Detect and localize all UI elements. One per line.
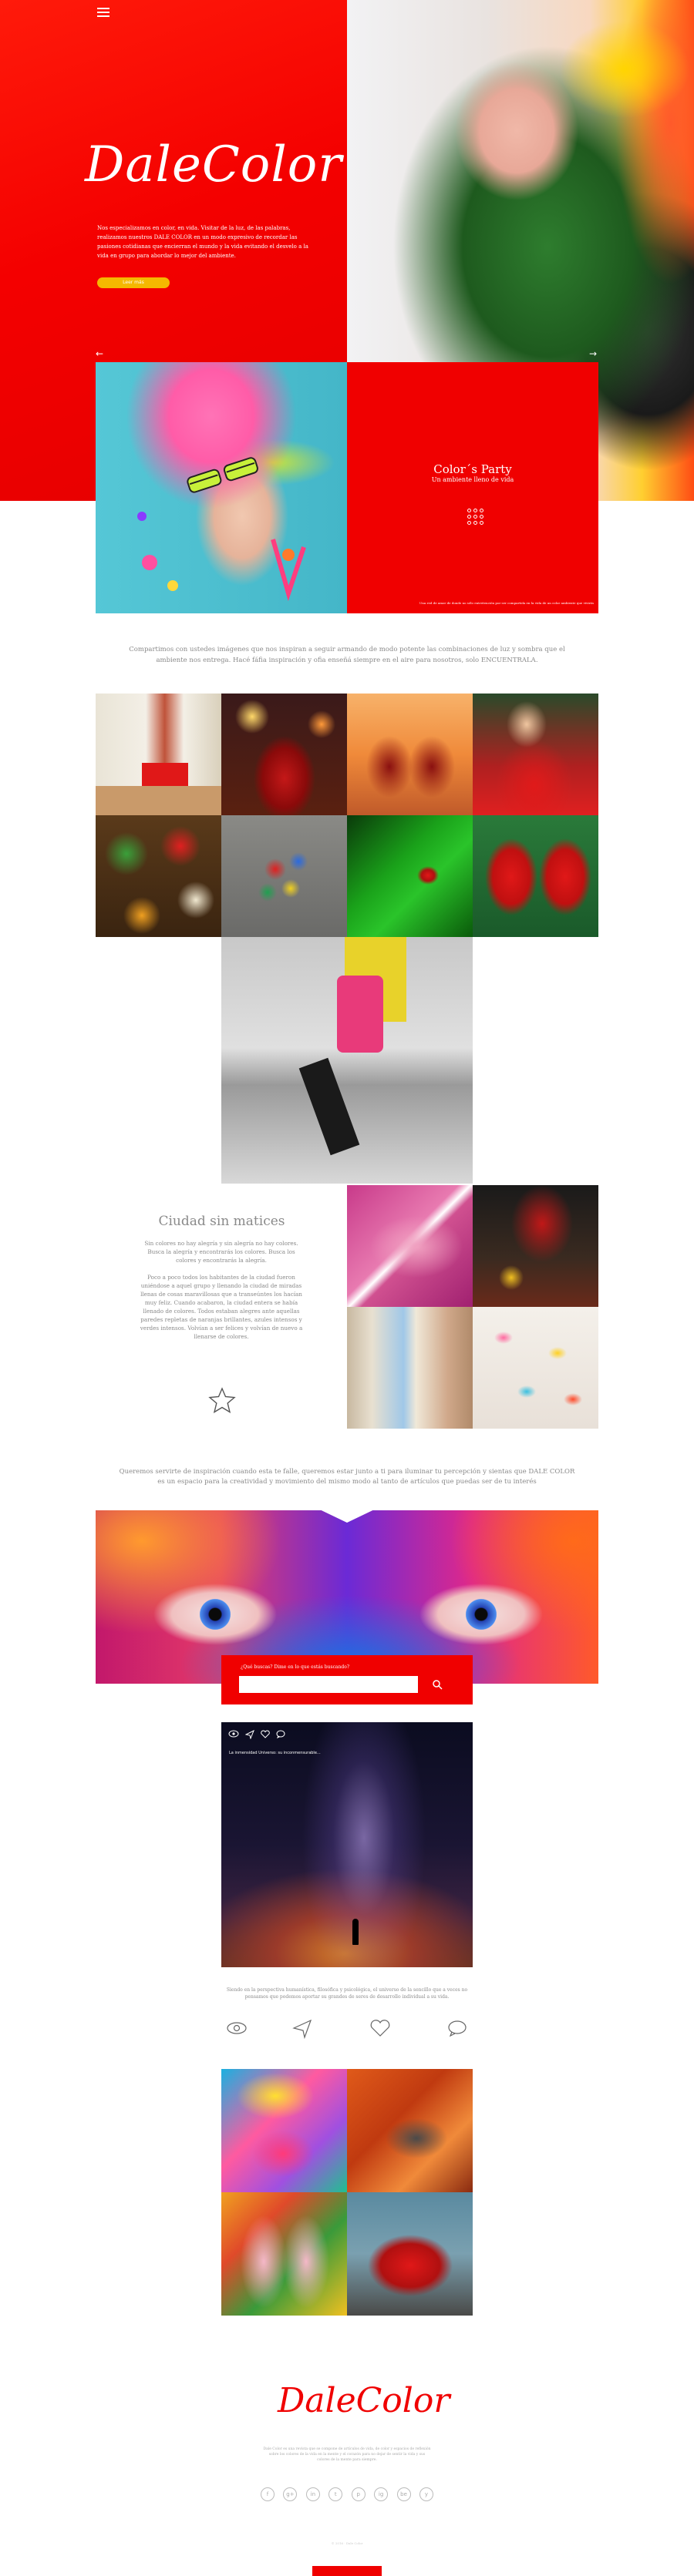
party-subtitle: Un ambiente lleno de vida	[431, 476, 514, 483]
behance-icon[interactable]: be	[396, 2487, 411, 2501]
silhouette-figure	[352, 1919, 359, 1945]
hero-logo: DaleColor	[85, 136, 342, 193]
dots-pattern-icon	[467, 509, 484, 526]
google-plus-icon[interactable]: g+	[283, 2487, 298, 2501]
gallery-gift	[347, 1185, 473, 1307]
ciudad-paragraph-2: Poco a poco todos los habitantes de la c…	[140, 1274, 303, 1340]
gallery-red-faces	[473, 815, 598, 937]
gallery-graffiti	[221, 2069, 347, 2192]
ciudad-text: Sin colores no hay alegría y sin alegría…	[137, 1239, 305, 1341]
comment-icon[interactable]	[448, 2020, 467, 2037]
hero-text: Nos especializamos en color, en vida. Vi…	[97, 225, 308, 259]
search-button[interactable]	[420, 1676, 456, 1693]
menu-icon[interactable]	[97, 8, 109, 17]
footer-logo: DaleColor	[278, 2381, 450, 2420]
ciudad-title: Ciudad sin matices	[158, 1214, 285, 1229]
pinterest-icon[interactable]: p	[351, 2487, 366, 2501]
party-photo	[96, 362, 347, 613]
prev-arrow-icon[interactable]: ←	[96, 348, 103, 359]
send-icon[interactable]	[245, 1730, 254, 1739]
galaxy-icon-bar	[228, 1730, 285, 1741]
gallery-street	[347, 1307, 473, 1429]
gallery-red-beetle	[347, 2192, 473, 2316]
send-icon[interactable]	[292, 2019, 312, 2039]
star-icon[interactable]	[208, 1387, 236, 1413]
gallery-ladybug	[347, 815, 473, 937]
search-question: ¿Qué buscas? Dime en lo que estás buscan…	[241, 1664, 350, 1670]
search-icon	[433, 1680, 443, 1690]
gallery-painter	[473, 1185, 598, 1307]
heart-icon[interactable]	[370, 2020, 390, 2037]
inspiration-quote: Queremos servirte de inspiración cuando …	[119, 1468, 575, 1486]
galaxy-caption: La inmensidad Universo: su inconmensurab…	[229, 1751, 321, 1755]
eye-icon[interactable]	[227, 2022, 247, 2034]
search-input[interactable]	[239, 1676, 418, 1693]
notch-divider	[308, 1504, 386, 1523]
gallery-pills	[473, 1307, 598, 1429]
facebook-icon[interactable]: f	[261, 2487, 275, 2501]
gallery-vegetables	[96, 815, 221, 937]
party-footer-text: Una red de amor de donde no sólo entrete…	[419, 601, 594, 605]
linkedin-icon[interactable]: in	[305, 2487, 320, 2501]
galaxy-photo	[221, 1722, 473, 1967]
gallery-wine	[347, 694, 473, 815]
eye-icon[interactable]	[228, 1730, 239, 1738]
galaxy-text: Siendo en la perspectiva humanística, fi…	[226, 1987, 468, 2000]
footer-copyright: © 2016 · Dale Color	[331, 2541, 363, 2545]
comment-icon[interactable]	[276, 1730, 285, 1738]
gallery-backpack	[221, 937, 473, 1184]
instagram-icon[interactable]: ig	[374, 2487, 389, 2501]
gallery-perfume	[221, 694, 347, 815]
hero-read-more-button[interactable]: Leer más	[97, 277, 170, 288]
footer-social-icons: f g+ in t p ig be y	[261, 2487, 433, 2501]
gallery-shoes-leaves	[221, 2192, 347, 2316]
intro-text: Compartimos con ustedes imágenes que nos…	[129, 646, 565, 664]
gallery-sculpture	[221, 815, 347, 937]
party-red-panel	[347, 362, 598, 613]
party-title: Color´s Party	[433, 462, 512, 476]
footer-red-bar	[312, 2566, 382, 2576]
next-arrow-icon[interactable]: →	[589, 348, 597, 359]
heart-icon[interactable]	[261, 1730, 270, 1738]
gallery-kitchen	[96, 694, 221, 815]
gallery-festival	[473, 694, 598, 815]
footer-text: Dale Color es una revista que se compone…	[263, 2447, 431, 2462]
post-actions	[227, 2019, 467, 2039]
twitter-icon[interactable]: t	[328, 2487, 343, 2501]
youtube-icon[interactable]: y	[419, 2487, 433, 2501]
gallery-autumn-car	[347, 2069, 473, 2192]
ciudad-paragraph-1: Sin colores no hay alegría y sin alegría…	[144, 1240, 298, 1264]
